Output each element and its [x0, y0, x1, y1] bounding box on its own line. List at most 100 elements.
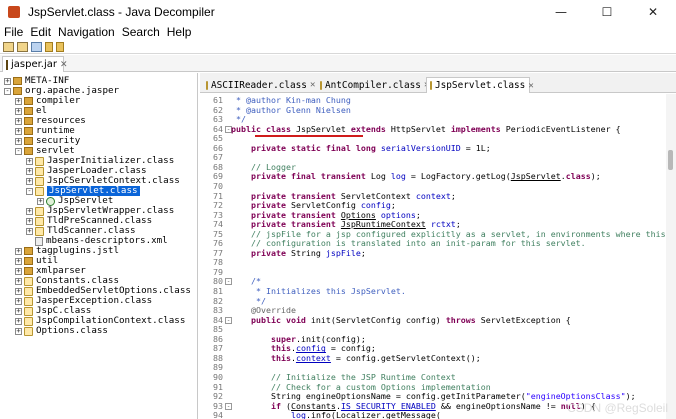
expand-icon[interactable]: + [15, 297, 22, 305]
expand-icon[interactable]: + [15, 287, 22, 295]
scrollbar-thumb[interactable] [668, 150, 673, 170]
forward-arrow-icon[interactable] [56, 41, 64, 52]
expand-icon[interactable]: + [15, 307, 22, 315]
code-line: this.context = config.getServletContext(… [270, 352, 481, 363]
open-type-icon[interactable] [17, 41, 28, 52]
expand-icon[interactable]: + [26, 207, 33, 215]
line-number: 85 [213, 324, 223, 335]
back-arrow-icon[interactable] [45, 41, 53, 52]
code-line: private static final long serialVersionU… [250, 142, 491, 153]
package-icon [13, 87, 22, 95]
tab-label: ASCIIReader.class [211, 79, 307, 91]
jar-tab[interactable]: jasper.jar ✕ [2, 56, 68, 72]
maximize-button[interactable]: ☐ [584, 0, 630, 24]
open-file-icon[interactable] [3, 41, 14, 52]
package-icon [24, 257, 33, 265]
expand-icon[interactable]: + [15, 137, 22, 145]
vertical-scrollbar[interactable] [666, 94, 676, 419]
class-file-icon [24, 286, 33, 296]
package-tree: + META-INF - org.apache.jasper + compiler + el +… [0, 73, 198, 419]
close-icon[interactable]: ✕ [310, 80, 315, 90]
expand-icon[interactable]: + [4, 77, 11, 85]
menu-bar: File Edit Navigation Search Help [0, 24, 676, 40]
line-number: 61 [213, 95, 223, 105]
class-file-icon [320, 80, 322, 90]
line-number: 67 [213, 152, 223, 163]
expand-icon[interactable]: + [26, 157, 33, 165]
tree-node[interactable]: + compiler [15, 96, 80, 106]
package-icon [24, 107, 33, 115]
collapse-icon[interactable]: - [15, 147, 22, 155]
class-file-icon [35, 206, 44, 216]
close-button[interactable]: ✕ [630, 0, 676, 24]
line-number: 94 [213, 410, 223, 419]
expand-icon[interactable]: + [26, 227, 33, 235]
jar-tab-label: jasper.jar [11, 59, 58, 70]
tab-antcompiler-class[interactable]: AntCompiler.class✕ [317, 77, 429, 93]
expand-icon[interactable]: + [15, 257, 22, 265]
code-line: log.info(Localizer.getMessage( [290, 410, 441, 419]
code-editor[interactable]: 61 * @author Kin-man Chung 62 * @author G… [200, 94, 666, 419]
class-file-icon [24, 306, 33, 316]
line-number: 76 [213, 238, 223, 249]
menu-navigation[interactable]: Navigation [58, 25, 115, 39]
menu-file[interactable]: File [4, 25, 23, 39]
class-file-icon [35, 186, 44, 196]
jar-tab-bar: jasper.jar ✕ [0, 55, 676, 72]
expand-icon[interactable]: + [15, 267, 22, 275]
watermark: CSDN @RegSoleil [567, 401, 668, 415]
expand-icon[interactable]: + [26, 177, 33, 185]
collapse-icon[interactable]: - [26, 187, 33, 195]
expand-icon[interactable]: + [15, 327, 22, 335]
expand-icon[interactable]: + [15, 107, 22, 115]
search-icon[interactable] [31, 41, 42, 52]
code-line: private final transient Log log = LogFac… [250, 171, 601, 182]
minimize-button[interactable]: — [538, 0, 584, 24]
expand-icon[interactable]: + [26, 167, 33, 175]
close-icon[interactable]: ✕ [528, 81, 533, 91]
tab-asciireader-class[interactable]: ASCIIReader.class ✕ [203, 77, 315, 93]
line-number: 65 [213, 133, 223, 144]
menu-edit[interactable]: Edit [30, 25, 51, 39]
menu-search[interactable]: Search [122, 25, 160, 39]
package-icon [24, 97, 33, 105]
package-icon [24, 117, 33, 125]
line-number: 83 [213, 305, 223, 316]
collapse-icon[interactable]: - [4, 87, 11, 95]
code-line: public class JspServlet extends HttpServ… [231, 123, 621, 134]
menu-help[interactable]: Help [167, 25, 192, 39]
title-bar: JspServlet.class - Java Decompiler — ☐ ✕ [0, 0, 676, 24]
editor-tab-bar: ASCIIReader.class✕AntCompiler.class✕JspS… [200, 73, 676, 93]
class-file-icon [24, 296, 33, 306]
tab-jspservlet-class[interactable]: JspServlet.class ✕ [426, 77, 534, 93]
class-file-icon [35, 156, 44, 166]
class-file-icon [24, 276, 33, 286]
code-line: private String jspFile; [250, 247, 366, 258]
package-icon [24, 247, 33, 255]
expand-icon[interactable]: + [15, 277, 22, 285]
expand-icon[interactable]: + [15, 247, 22, 255]
line-number: 63 [213, 114, 223, 125]
class-file-icon [206, 80, 208, 90]
tree-node[interactable]: + Options.class [15, 326, 108, 336]
expand-icon[interactable]: + [15, 117, 22, 125]
expand-icon[interactable]: + [26, 217, 33, 225]
class-file-icon [35, 216, 44, 226]
class-file-icon [24, 326, 33, 336]
line-number: 92 [213, 391, 223, 402]
line-number: 81 [213, 286, 223, 296]
jar-icon [6, 59, 8, 70]
package-icon [24, 147, 33, 155]
expand-icon[interactable]: + [37, 197, 44, 205]
expand-icon[interactable]: + [15, 317, 22, 325]
line-number: 78 [213, 257, 223, 268]
expand-icon[interactable]: + [15, 97, 22, 105]
expand-icon[interactable]: + [15, 127, 22, 135]
package-icon [24, 137, 33, 145]
close-icon[interactable]: ✕ [60, 60, 68, 70]
class-file-icon [24, 316, 33, 326]
class-file-icon [35, 166, 44, 176]
class-file-icon [430, 81, 432, 90]
tree-node-label: Options.class [36, 325, 108, 336]
tree-node[interactable]: + tagplugins.jstl [15, 246, 119, 256]
